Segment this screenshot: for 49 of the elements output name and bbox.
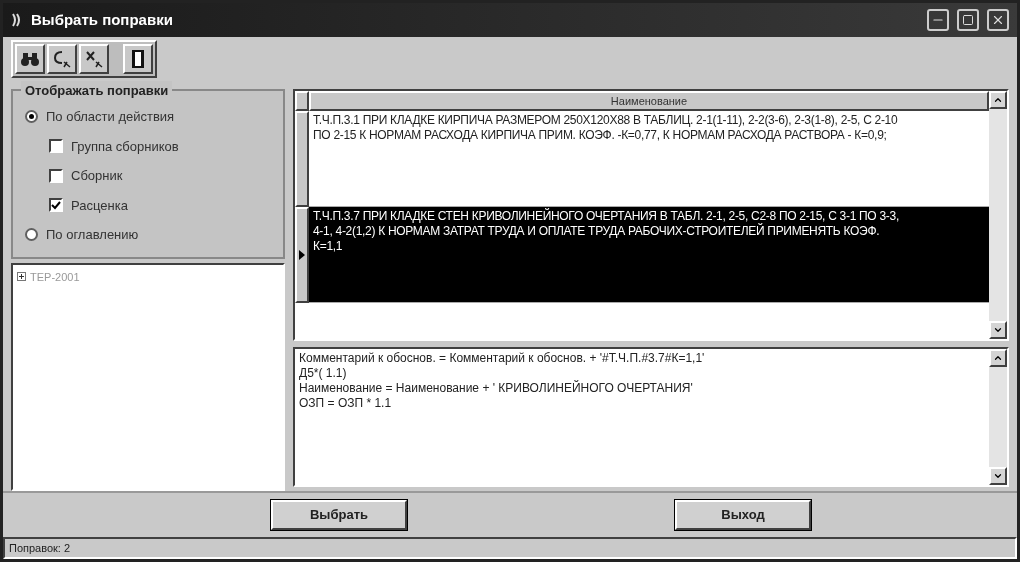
checkbox-label: Сборник — [71, 167, 123, 185]
scrollbar[interactable] — [989, 349, 1007, 485]
chevron-up-icon — [993, 95, 1003, 105]
checkbox[interactable] — [49, 139, 63, 154]
chevron-down-icon — [993, 325, 1003, 335]
status-text: Поправок: 2 — [9, 540, 71, 556]
minimize-button[interactable] — [927, 9, 949, 31]
curve-icon — [52, 50, 72, 68]
checkbox[interactable] — [49, 168, 63, 183]
scroll-down-button[interactable] — [989, 467, 1007, 485]
binoculars-tool-button[interactable] — [15, 44, 45, 74]
door-icon — [131, 49, 145, 69]
close-icon — [991, 13, 1005, 27]
checkbox-label: Расценка — [71, 196, 128, 215]
scrollbar[interactable] — [989, 91, 1007, 339]
close-button[interactable] — [987, 9, 1009, 31]
cross-icon — [84, 50, 104, 68]
maximize-icon — [962, 14, 974, 26]
current-row-icon — [299, 250, 305, 260]
group-title: Отображать поправки — [21, 81, 173, 101]
memo-line: ОЗП = ОЗП * 1.1 — [299, 396, 393, 411]
dialog-button[interactable]: Выход — [675, 500, 811, 530]
scroll-up-button[interactable] — [989, 349, 1007, 367]
dialog-button[interactable]: Выбрать — [271, 500, 407, 530]
radio-button[interactable] — [25, 110, 38, 124]
checkbox[interactable] — [49, 198, 63, 213]
checkbox-label: Группа сборников — [71, 137, 179, 156]
chevron-up-icon — [993, 353, 1003, 363]
row-indicator[interactable] — [295, 111, 309, 207]
memo-line: Комментарий к обоснов. = Комментарий к обоснов. + '#Т.Ч.П.#3.7#К=1,1' — [299, 351, 706, 366]
scroll-down-button[interactable] — [989, 321, 1007, 339]
radio-label: По области действия — [46, 108, 175, 126]
window-title: Выбрать поправки — [31, 9, 174, 30]
memo-line: Д5*( 1.1) — [299, 366, 348, 381]
column-header[interactable]: Наименование — [309, 91, 989, 111]
chevron-down-icon — [993, 471, 1003, 481]
scroll-up-button[interactable] — [989, 91, 1007, 109]
memo-line: Наименование = Наименование + ' КРИВОЛИНЕЙНОГО ОЧЕРТАНИЯ' — [299, 381, 694, 396]
maximize-button[interactable] — [957, 9, 979, 31]
cross-tool-button[interactable] — [79, 44, 109, 74]
curve-tool-button[interactable] — [47, 44, 77, 74]
app-icon — [11, 12, 23, 28]
grid-row[interactable]: Т.Ч.П.3.7 ПРИ КЛАДКЕ СТЕН КРИВОЛИНЕЙНОГО ОЧЕРТАНИЯ В ТАБЛ. 2-1, 2-5, С2-8 ПО 2-15, С 3-1 ПО 3-3, 4-1, 4-2(1,2) К НОРМАМ ЗАТРАТ ТРУДА И ОПЛАТЕ ТРУДА РАБОЧИХ-СТРОИТЕЛЕЙ ПРИМЕНЯТЬ КОЭФ. К=1,1 — [309, 207, 989, 303]
radio-label: По оглавлению — [46, 226, 139, 244]
binoculars-icon — [20, 51, 40, 67]
row-indicator[interactable] — [295, 207, 309, 303]
exit-tool-button[interactable] — [123, 44, 153, 74]
radio-button[interactable] — [25, 228, 38, 242]
expand-icon[interactable] — [17, 272, 26, 282]
